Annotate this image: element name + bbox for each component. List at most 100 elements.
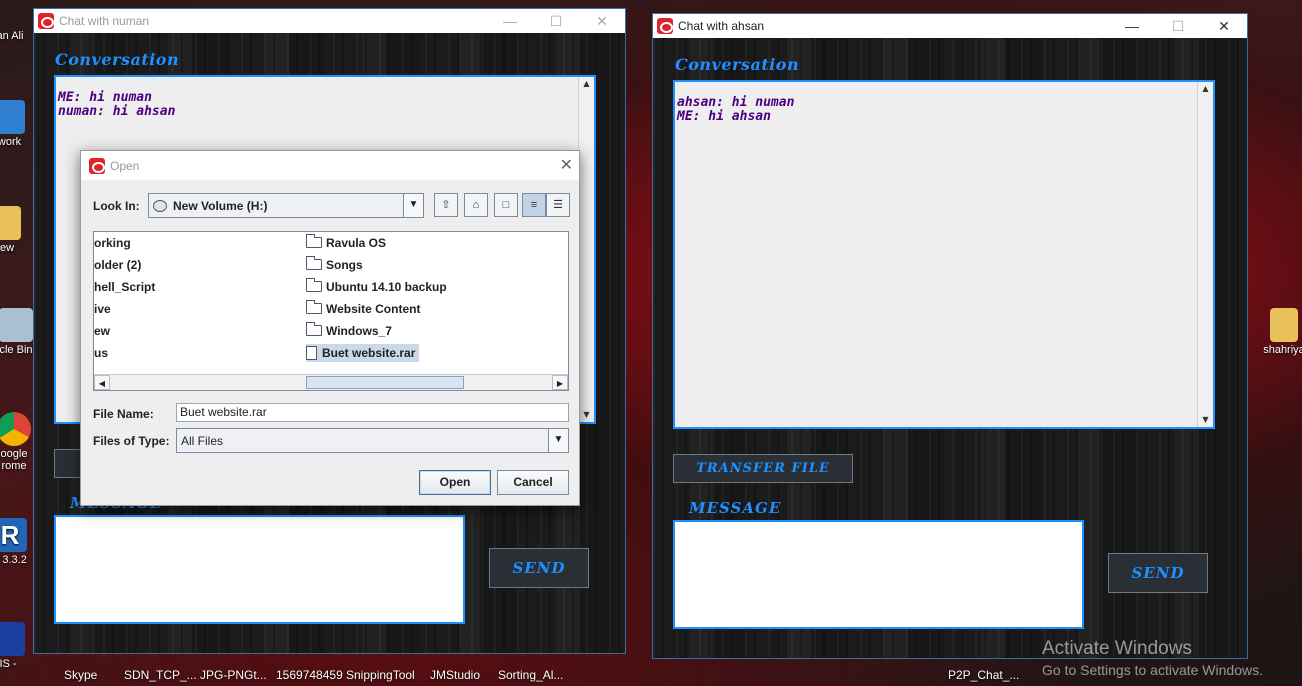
- activate-windows-subtitle: Go to Settings to activate Windows.: [1042, 662, 1263, 678]
- list-item-folder[interactable]: Windows_7: [306, 322, 392, 340]
- scroll-up-icon[interactable]: ▲: [1198, 82, 1213, 96]
- folder-icon: [306, 256, 322, 270]
- desktop-icon-new-folder[interactable]: new: [0, 206, 34, 254]
- details-view-icon[interactable]: ☰: [546, 193, 570, 217]
- window-controls: — ☐ ✕: [1109, 14, 1247, 38]
- folder-icon: [0, 206, 21, 240]
- taskbar-item[interactable]: JPG-PNGt...: [200, 668, 267, 682]
- home-icon[interactable]: ⌂: [464, 193, 488, 217]
- scroll-thumb[interactable]: [306, 376, 464, 389]
- minimize-icon[interactable]: —: [487, 9, 533, 33]
- desktop-icon-label: oogle rome: [0, 448, 28, 472]
- taskbar-item[interactable]: P2P_Chat_...: [948, 668, 1019, 682]
- drive-icon: [153, 199, 167, 212]
- list-item-label: Songs: [326, 258, 363, 272]
- taskbar-item[interactable]: SDN_TCP_...: [124, 668, 197, 682]
- list-item[interactable]: ive: [94, 300, 111, 318]
- cancel-button[interactable]: Cancel: [497, 470, 569, 495]
- look-in-select[interactable]: New Volume (H:) ▼: [148, 193, 424, 218]
- scroll-down-icon[interactable]: ▼: [1198, 413, 1213, 427]
- desktop-icon-shahriya[interactable]: shahriya: [1254, 308, 1302, 356]
- window-controls: — ☐ ✕: [487, 9, 625, 33]
- scroll-up-icon[interactable]: ▲: [579, 77, 594, 91]
- activate-windows-title: Activate Windows: [1042, 638, 1192, 659]
- scroll-left-icon[interactable]: ◀: [94, 375, 110, 390]
- desktop-icon-label: an Ali: [0, 30, 24, 42]
- list-view-icon[interactable]: ≡: [522, 193, 546, 217]
- conversation-scrollbar[interactable]: ▲ ▼: [578, 77, 594, 422]
- close-icon[interactable]: ✕: [579, 9, 625, 33]
- taskbar-item[interactable]: JMStudio: [430, 668, 480, 682]
- desktop-icon-label: shahriya: [1263, 344, 1302, 356]
- taskbar-item[interactable]: SnippingTool: [346, 668, 415, 682]
- conversation-text: ME: hi numan numan: hi ahsan: [58, 91, 175, 119]
- file-list[interactable]: orking older (2) hell_Script ive ew us R…: [93, 231, 569, 391]
- dialog-title: Open: [110, 158, 140, 173]
- list-item-label: Website Content: [326, 302, 421, 316]
- taskbar-item[interactable]: Skype: [64, 668, 97, 682]
- close-icon[interactable]: ✕: [1201, 14, 1247, 38]
- send-button[interactable]: SEND: [1108, 553, 1208, 593]
- message-label: MESSAGE: [689, 499, 782, 517]
- minimize-icon[interactable]: —: [1109, 14, 1155, 38]
- send-button[interactable]: SEND: [489, 548, 589, 588]
- message-input[interactable]: [673, 520, 1084, 629]
- open-button[interactable]: Open: [419, 470, 491, 495]
- java-app-icon: [89, 157, 105, 174]
- maximize-icon[interactable]: ☐: [1155, 14, 1201, 38]
- dialog-titlebar[interactable]: Open ✕: [81, 151, 579, 180]
- scroll-down-icon[interactable]: ▼: [579, 408, 594, 422]
- file-list-scrollbar[interactable]: ◀ ▶: [94, 374, 568, 390]
- files-of-type-select[interactable]: All Files ▼: [176, 428, 569, 453]
- taskbar-item[interactable]: 1569748459: [276, 668, 343, 682]
- file-name-label: File Name:: [93, 407, 154, 421]
- files-of-type-label: Files of Type:: [93, 434, 170, 448]
- list-item-folder[interactable]: Ubuntu 14.10 backup: [306, 278, 447, 296]
- list-item-folder[interactable]: Website Content: [306, 300, 420, 318]
- new-folder-icon[interactable]: □: [494, 193, 518, 217]
- maximize-icon[interactable]: ☐: [533, 9, 579, 33]
- folder-icon: [306, 322, 322, 336]
- file-name-input[interactable]: Buet website.rar: [176, 403, 569, 422]
- chevron-down-icon[interactable]: ▼: [548, 429, 568, 452]
- close-icon[interactable]: ✕: [560, 155, 573, 175]
- window-titlebar[interactable]: Chat with numan — ☐ ✕: [34, 9, 625, 33]
- conversation-label: Conversation: [55, 50, 180, 69]
- list-item-folder[interactable]: Songs: [306, 256, 363, 274]
- message-input[interactable]: [54, 515, 465, 624]
- desktop-icon-label: 4 3.3.2: [0, 554, 27, 566]
- conversation-area[interactable]: ahsan: hi numan ME: hi ahsan ▲ ▼: [673, 80, 1215, 429]
- list-item-folder[interactable]: Ravula OS: [306, 234, 386, 252]
- scroll-right-icon[interactable]: ▶: [552, 375, 568, 390]
- transfer-file-button[interactable]: TRANSFER FILE: [673, 454, 853, 483]
- java-app-icon: [657, 18, 673, 34]
- desktop-icon-label: new: [0, 242, 15, 254]
- window-titlebar[interactable]: Chat with ahsan — ☐ ✕: [653, 14, 1247, 38]
- open-file-dialog: Open ✕ Look In: New Volume (H:) ▼ ⇧ ⌂ □ …: [80, 150, 580, 506]
- conversation-line: ahsan: hi numan: [677, 95, 795, 110]
- list-item[interactable]: orking: [94, 234, 131, 252]
- list-item[interactable]: hell_Script: [94, 278, 155, 296]
- list-item-label: Ubuntu 14.10 backup: [326, 280, 447, 294]
- conversation-line: ME: hi numan: [58, 90, 152, 105]
- recycle-bin-icon: [0, 308, 33, 342]
- chat-window-ahsan: Chat with ahsan — ☐ ✕ Conversation ahsan…: [652, 13, 1248, 659]
- folder-icon: [306, 278, 322, 292]
- taskbar-item[interactable]: Sorting_Al...: [498, 668, 563, 682]
- conversation-scrollbar[interactable]: ▲ ▼: [1197, 82, 1213, 427]
- look-in-label: Look In:: [93, 199, 140, 213]
- window-title: Chat with ahsan: [678, 19, 765, 33]
- list-item-file-selected[interactable]: Buet website.rar: [306, 344, 420, 362]
- list-item[interactable]: us: [94, 344, 108, 362]
- java-app-icon: [38, 13, 54, 29]
- folder-icon: [306, 300, 322, 314]
- list-item[interactable]: older (2): [94, 256, 141, 274]
- chevron-down-icon[interactable]: ▼: [403, 194, 423, 217]
- list-item[interactable]: ew: [94, 322, 110, 340]
- folder-icon: [1270, 308, 1298, 342]
- conversation-text: ahsan: hi numan ME: hi ahsan: [677, 96, 794, 124]
- up-one-level-icon[interactable]: ⇧: [434, 193, 458, 217]
- files-of-type-value: All Files: [181, 433, 224, 448]
- chrome-icon: [0, 412, 31, 446]
- conversation-label: Conversation: [675, 55, 800, 74]
